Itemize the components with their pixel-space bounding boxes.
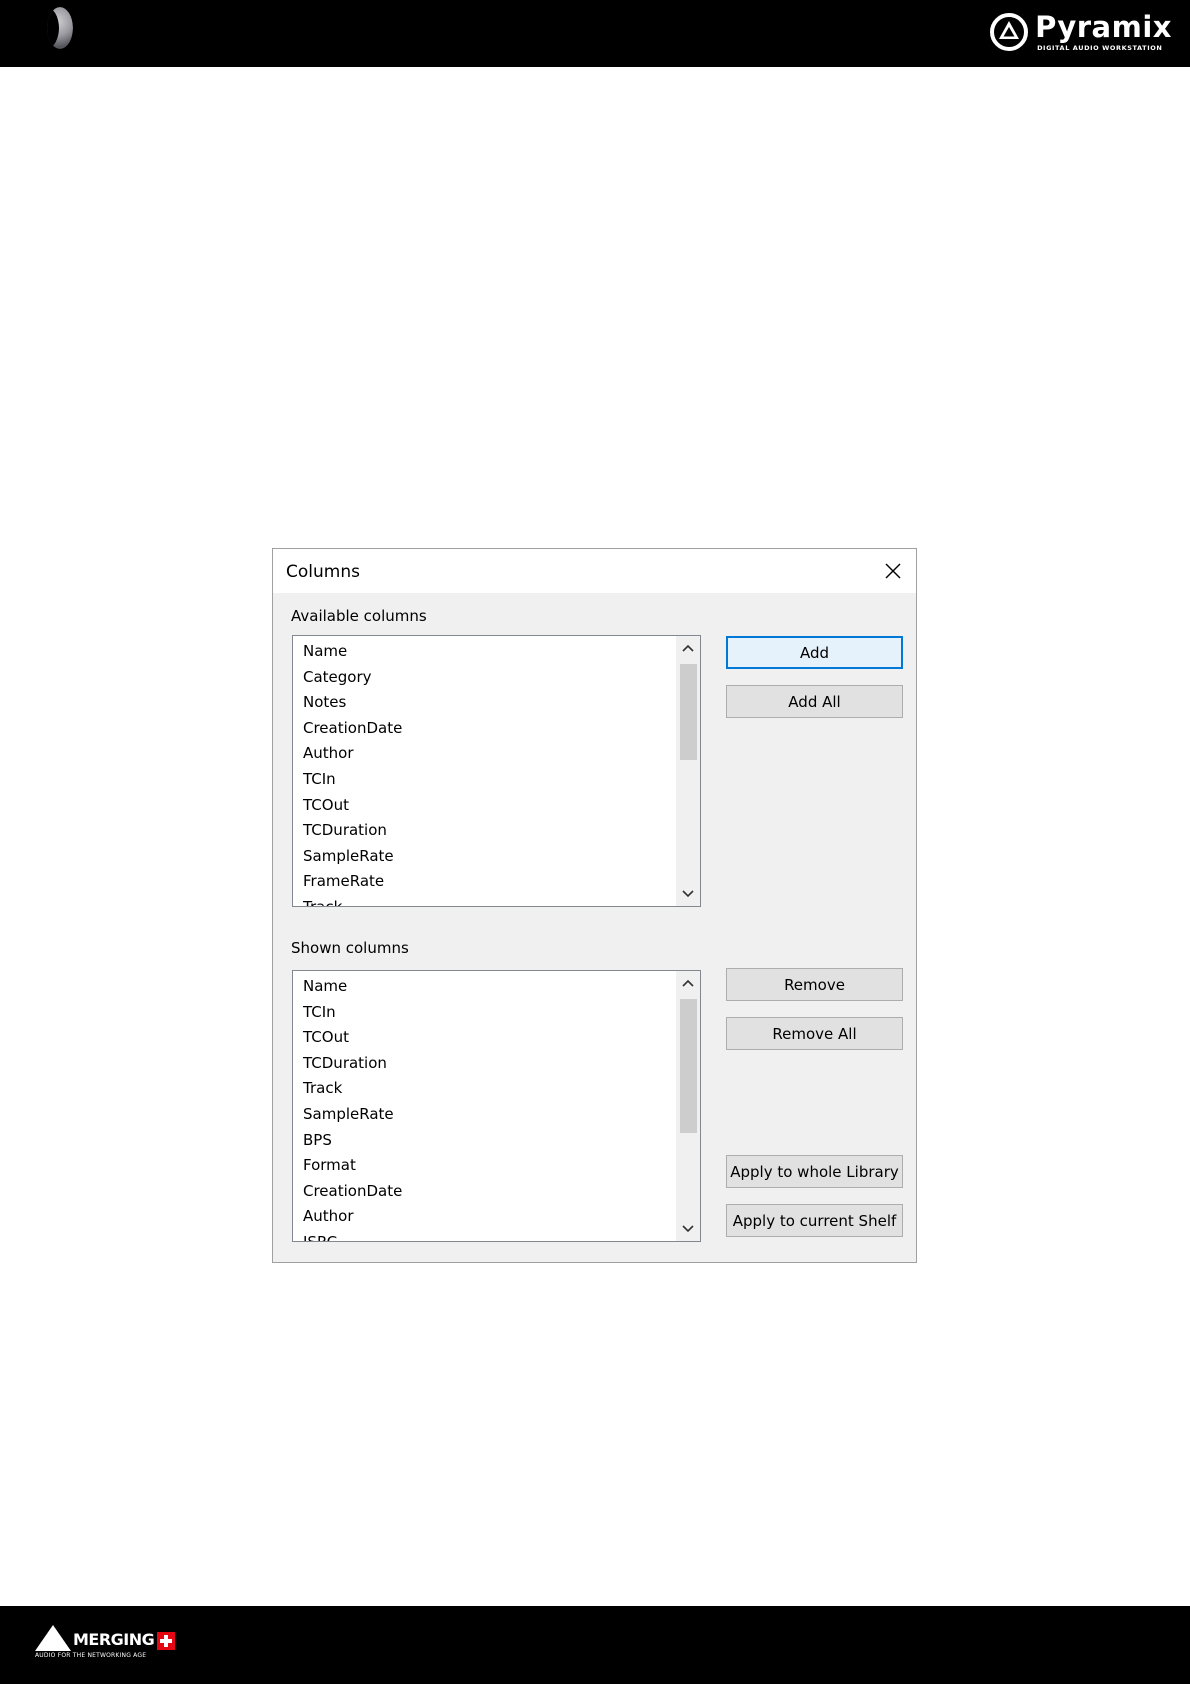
pyramix-triangle-icon — [990, 13, 1029, 51]
add-all-button[interactable]: Add All — [726, 685, 903, 718]
available-columns-scrollbar[interactable] — [676, 636, 700, 906]
list-item[interactable]: Author — [293, 741, 677, 767]
shown-columns-label: Shown columns — [291, 939, 409, 957]
merging-triangle-icon — [35, 1625, 71, 1651]
scroll-down-arrow[interactable] — [676, 882, 700, 906]
list-item[interactable]: Track — [293, 895, 677, 906]
dialog-titlebar: Columns — [273, 549, 916, 593]
list-item[interactable]: CreationDate — [293, 1179, 677, 1205]
list-item[interactable]: Author — [293, 1204, 677, 1230]
shown-columns-items: Name TCIn TCOut TCDuration Track SampleR… — [293, 971, 677, 1241]
footer-brand-tagline: AUDIO FOR THE NETWORKING AGE — [35, 1652, 147, 1659]
list-item[interactable]: TCDuration — [293, 818, 677, 844]
pyramix-logo: Pyramix DIGITAL AUDIO WORKSTATION — [989, 10, 1172, 54]
list-item[interactable]: Format — [293, 1153, 677, 1179]
brand-name: Pyramix — [1035, 9, 1172, 44]
list-item[interactable]: CreationDate — [293, 716, 677, 742]
scroll-thumb[interactable] — [680, 664, 697, 760]
available-columns-items: Name Category Notes CreationDate Author … — [293, 636, 677, 906]
list-item[interactable]: TCIn — [293, 1000, 677, 1026]
list-item[interactable]: BPS — [293, 1128, 677, 1154]
dialog-title: Columns — [286, 562, 360, 582]
list-item[interactable]: Category — [293, 665, 677, 691]
list-item[interactable]: ISRC — [293, 1230, 677, 1241]
list-item[interactable]: TCOut — [293, 1025, 677, 1051]
close-button[interactable] — [870, 549, 916, 593]
chevron-down-icon — [682, 890, 694, 898]
scroll-thumb[interactable] — [680, 999, 697, 1133]
merging-logo: MERGING AUDIO FOR THE NETWORKING AGE — [35, 1625, 176, 1659]
columns-dialog: Columns Available columns Name Category … — [272, 548, 917, 1263]
add-button[interactable]: Add — [726, 636, 903, 669]
available-columns-label: Available columns — [291, 607, 427, 625]
chevron-up-icon — [682, 979, 694, 987]
list-item[interactable]: TCIn — [293, 767, 677, 793]
apply-to-shelf-button[interactable]: Apply to current Shelf — [726, 1204, 903, 1237]
list-item[interactable]: Name — [293, 974, 677, 1000]
shown-columns-scrollbar[interactable] — [676, 971, 700, 1241]
chevron-down-icon — [682, 1225, 694, 1233]
moon-icon — [47, 7, 73, 49]
scroll-down-arrow[interactable] — [676, 1217, 700, 1241]
list-item[interactable]: SampleRate — [293, 1102, 677, 1128]
remove-button[interactable]: Remove — [726, 968, 903, 1001]
list-item[interactable]: Name — [293, 639, 677, 665]
list-item[interactable]: TCDuration — [293, 1051, 677, 1077]
scroll-up-arrow[interactable] — [676, 636, 700, 660]
chevron-up-icon — [682, 644, 694, 652]
brand-tagline: DIGITAL AUDIO WORKSTATION — [1037, 43, 1163, 52]
remove-all-button[interactable]: Remove All — [726, 1017, 903, 1050]
list-item[interactable]: SampleRate — [293, 844, 677, 870]
apply-to-library-button[interactable]: Apply to whole Library — [726, 1155, 903, 1188]
page-footer-bar: MERGING AUDIO FOR THE NETWORKING AGE — [0, 1606, 1190, 1684]
list-item[interactable]: Notes — [293, 690, 677, 716]
page-header-bar: Pyramix DIGITAL AUDIO WORKSTATION — [0, 0, 1190, 67]
footer-brand-name: MERGING — [73, 1630, 155, 1649]
available-columns-list[interactable]: Name Category Notes CreationDate Author … — [292, 635, 701, 907]
close-icon — [885, 563, 901, 579]
list-item[interactable]: Track — [293, 1076, 677, 1102]
shown-columns-list[interactable]: Name TCIn TCOut TCDuration Track SampleR… — [292, 970, 701, 1242]
list-item[interactable]: FrameRate — [293, 869, 677, 895]
scroll-up-arrow[interactable] — [676, 971, 700, 995]
swiss-cross-icon — [157, 1632, 176, 1650]
list-item[interactable]: TCOut — [293, 793, 677, 819]
